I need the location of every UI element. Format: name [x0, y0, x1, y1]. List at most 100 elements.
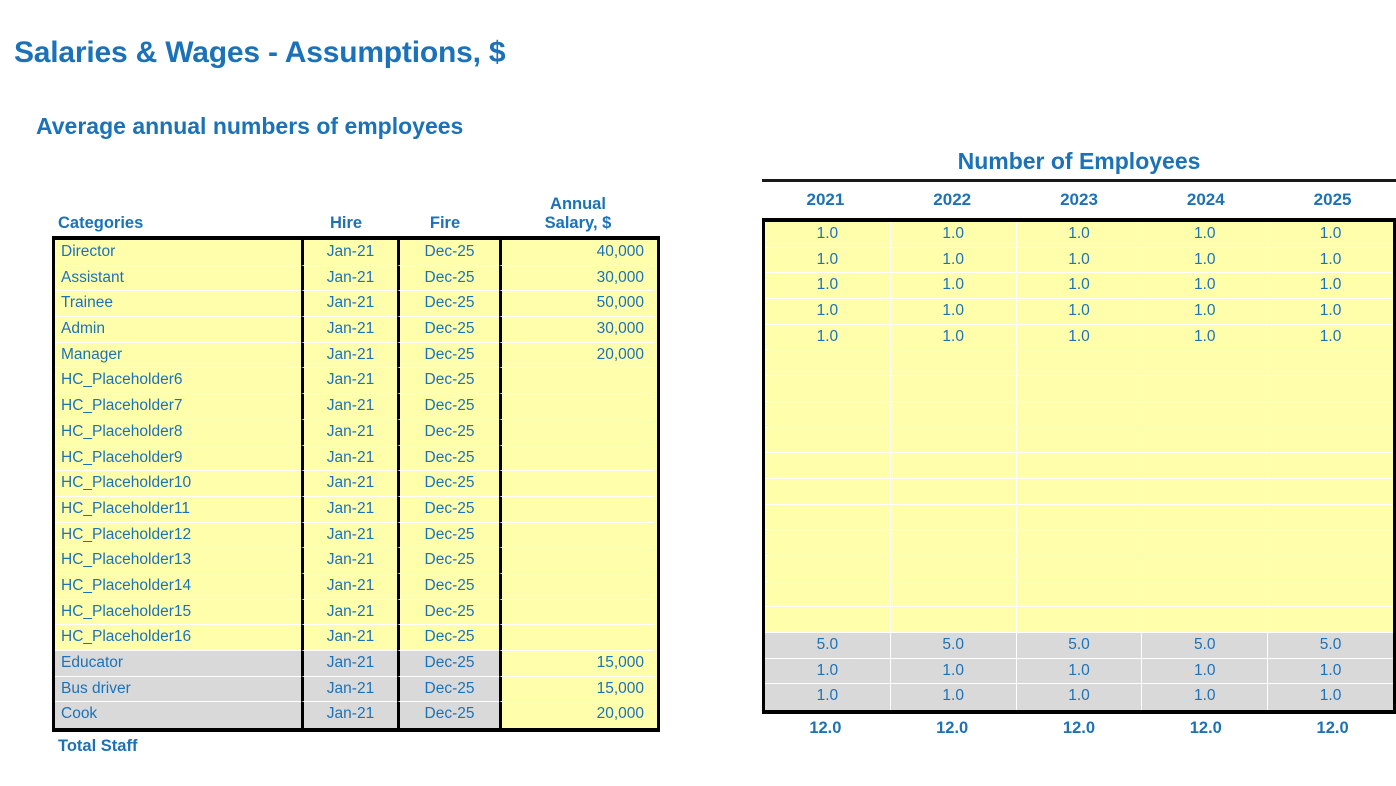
cell-employee-count[interactable]: 1.0 [765, 299, 890, 325]
cell-annual-salary[interactable] [499, 548, 654, 574]
cell-employee-count[interactable]: 1.0 [889, 658, 1016, 685]
cell-hire-date[interactable]: Jan-21 [301, 548, 397, 574]
cell-employee-count[interactable] [1141, 581, 1268, 608]
cell-employee-count[interactable] [1141, 504, 1268, 531]
cell-employee-count[interactable] [1015, 453, 1142, 479]
cell-category[interactable]: HC_Placeholder10 [55, 471, 301, 497]
cell-employee-count[interactable]: 1.0 [1141, 658, 1268, 685]
cell-hire-date[interactable]: Jan-21 [301, 317, 397, 343]
cell-annual-salary[interactable] [499, 496, 654, 523]
cell-employee-count[interactable]: 1.0 [1267, 684, 1393, 711]
cell-employee-count[interactable]: 5.0 [1141, 633, 1268, 659]
cell-employee-count[interactable]: 1.0 [1267, 273, 1393, 300]
cell-hire-date[interactable]: Jan-21 [301, 471, 397, 497]
cell-employee-count[interactable] [765, 478, 890, 505]
cell-fire-date[interactable]: Dec-25 [397, 419, 499, 446]
cell-employee-count[interactable] [1141, 376, 1268, 402]
cell-employee-count[interactable] [889, 504, 1016, 531]
cell-employee-count[interactable]: 1.0 [1141, 247, 1268, 274]
table-row[interactable] [765, 607, 1393, 633]
cell-fire-date[interactable]: Dec-25 [397, 445, 499, 472]
cell-category[interactable]: Bus driver [55, 676, 301, 703]
table-row[interactable]: HC_Placeholder11 Jan-21 Dec-25 [55, 496, 657, 523]
table-row[interactable]: 1.0 1.0 1.0 1.0 1.0 [765, 273, 1393, 300]
cell-employee-count[interactable] [1267, 607, 1393, 633]
cell-employee-count[interactable] [1015, 376, 1142, 402]
cell-hire-date[interactable]: Jan-21 [301, 265, 397, 292]
table-row[interactable]: Trainee Jan-21 Dec-25 50,000 [55, 291, 657, 318]
cell-employee-count[interactable] [765, 376, 890, 402]
cell-employee-count[interactable]: 1.0 [1015, 273, 1142, 300]
table-row[interactable]: Manager Jan-21 Dec-25 20,000 [55, 342, 657, 369]
table-row[interactable] [765, 376, 1393, 402]
cell-fire-date[interactable]: Dec-25 [397, 317, 499, 343]
cell-employee-count[interactable]: 1.0 [1141, 684, 1268, 711]
cell-category[interactable]: HC_Placeholder14 [55, 573, 301, 600]
table-row[interactable]: 1.0 1.0 1.0 1.0 1.0 [765, 658, 1393, 685]
cell-employee-count[interactable] [889, 376, 1016, 402]
cell-employee-count[interactable] [765, 607, 890, 633]
cell-employee-count[interactable]: 1.0 [1015, 658, 1142, 685]
cell-category[interactable]: HC_Placeholder16 [55, 625, 301, 651]
table-row[interactable]: 1.0 1.0 1.0 1.0 1.0 [765, 247, 1393, 274]
cell-category[interactable]: HC_Placeholder12 [55, 522, 301, 549]
cell-category[interactable]: HC_Placeholder6 [55, 368, 301, 395]
table-row[interactable]: HC_Placeholder14 Jan-21 Dec-25 [55, 573, 657, 600]
cell-employee-count[interactable] [889, 555, 1016, 582]
cell-hire-date[interactable]: Jan-21 [301, 342, 397, 369]
table-row[interactable] [765, 504, 1393, 531]
cell-hire-date[interactable]: Jan-21 [301, 291, 397, 318]
cell-category[interactable]: Admin [55, 317, 301, 343]
cell-employee-count[interactable] [1015, 555, 1142, 582]
cell-employee-count[interactable]: 1.0 [1141, 324, 1268, 351]
cell-fire-date[interactable]: Dec-25 [397, 471, 499, 497]
cell-employee-count[interactable]: 1.0 [889, 324, 1016, 351]
cell-category[interactable]: HC_Placeholder15 [55, 599, 301, 626]
cell-employee-count[interactable] [1015, 427, 1142, 454]
cell-employee-count[interactable] [1141, 350, 1268, 377]
cell-hire-date[interactable]: Jan-21 [301, 573, 397, 600]
cell-employee-count[interactable]: 1.0 [1141, 273, 1268, 300]
cell-employee-count[interactable] [765, 453, 890, 479]
table-row[interactable] [765, 350, 1393, 377]
cell-hire-date[interactable]: Jan-21 [301, 240, 397, 266]
cell-hire-date[interactable]: Jan-21 [301, 419, 397, 446]
cell-employee-count[interactable]: 1.0 [1015, 299, 1142, 325]
cell-employee-count[interactable] [1015, 350, 1142, 377]
cell-annual-salary[interactable] [499, 368, 654, 395]
cell-employee-count[interactable]: 1.0 [1015, 324, 1142, 351]
cell-employee-count[interactable] [1141, 555, 1268, 582]
cell-hire-date[interactable]: Jan-21 [301, 702, 397, 729]
cell-hire-date[interactable]: Jan-21 [301, 651, 397, 677]
cell-category[interactable]: Manager [55, 342, 301, 369]
cell-employee-count[interactable]: 1.0 [1015, 247, 1142, 274]
cell-employee-count[interactable] [1015, 401, 1142, 428]
cell-hire-date[interactable]: Jan-21 [301, 368, 397, 395]
cell-employee-count[interactable]: 1.0 [1015, 222, 1142, 248]
cell-fire-date[interactable]: Dec-25 [397, 676, 499, 703]
cell-category[interactable]: Director [55, 240, 301, 266]
cell-employee-count[interactable]: 1.0 [765, 658, 890, 685]
cell-annual-salary[interactable] [499, 445, 654, 472]
cell-employee-count[interactable] [765, 555, 890, 582]
cell-employee-count[interactable]: 1.0 [1267, 222, 1393, 248]
cell-category[interactable]: HC_Placeholder7 [55, 394, 301, 420]
table-row[interactable]: Bus driver Jan-21 Dec-25 15,000 [55, 676, 657, 703]
cell-employee-count[interactable]: 1.0 [1267, 324, 1393, 351]
cell-annual-salary[interactable] [499, 522, 654, 549]
cell-employee-count[interactable] [889, 350, 1016, 377]
table-row[interactable]: Assistant Jan-21 Dec-25 30,000 [55, 265, 657, 292]
cell-employee-count[interactable] [765, 530, 890, 556]
cell-employee-count[interactable]: 5.0 [889, 633, 1016, 659]
cell-employee-count[interactable] [1267, 530, 1393, 556]
cell-hire-date[interactable]: Jan-21 [301, 599, 397, 626]
cell-employee-count[interactable] [889, 607, 1016, 633]
cell-employee-count[interactable]: 1.0 [1267, 658, 1393, 685]
cell-employee-count[interactable] [1015, 504, 1142, 531]
cell-employee-count[interactable]: 1.0 [765, 684, 890, 711]
table-row[interactable]: 1.0 1.0 1.0 1.0 1.0 [765, 684, 1393, 711]
cell-employee-count[interactable] [1015, 581, 1142, 608]
cell-employee-count[interactable]: 1.0 [889, 247, 1016, 274]
cell-category[interactable]: Cook [55, 702, 301, 729]
table-row[interactable]: 5.0 5.0 5.0 5.0 5.0 [765, 633, 1393, 659]
